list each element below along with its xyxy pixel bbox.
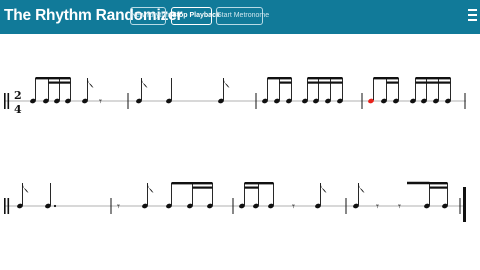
beam <box>244 182 274 185</box>
beam <box>48 81 71 84</box>
beam <box>279 81 292 84</box>
score-area: 2 4 𝄾 𝄾 𝄾 𝄾 𝄾 <box>4 77 466 222</box>
time-signature-top: 2 <box>14 89 22 102</box>
beam <box>267 77 292 80</box>
beam <box>429 182 448 185</box>
time-signature-bottom: 4 <box>14 103 22 116</box>
eighth-rest-icon: 𝄾 <box>398 200 401 213</box>
beam <box>244 186 259 189</box>
eighth-rest-icon: 𝄾 <box>117 200 120 213</box>
beam <box>415 77 451 80</box>
beam <box>429 186 448 189</box>
eighth-rest-icon: 𝄾 <box>376 200 379 213</box>
beam <box>386 81 399 84</box>
percussion-clef-icon <box>4 93 6 109</box>
beam <box>171 182 213 185</box>
dot <box>53 204 57 208</box>
eighth-rest-icon: 𝄾 <box>292 200 295 213</box>
beam <box>307 81 343 84</box>
beam <box>373 77 399 80</box>
eighth-rest-icon: 𝄾 <box>99 95 102 108</box>
beam <box>35 77 71 80</box>
percussion-clef-icon <box>4 198 6 214</box>
beam <box>192 186 213 189</box>
beam <box>415 81 451 84</box>
final-bar-line <box>463 187 466 222</box>
beam <box>307 77 343 80</box>
